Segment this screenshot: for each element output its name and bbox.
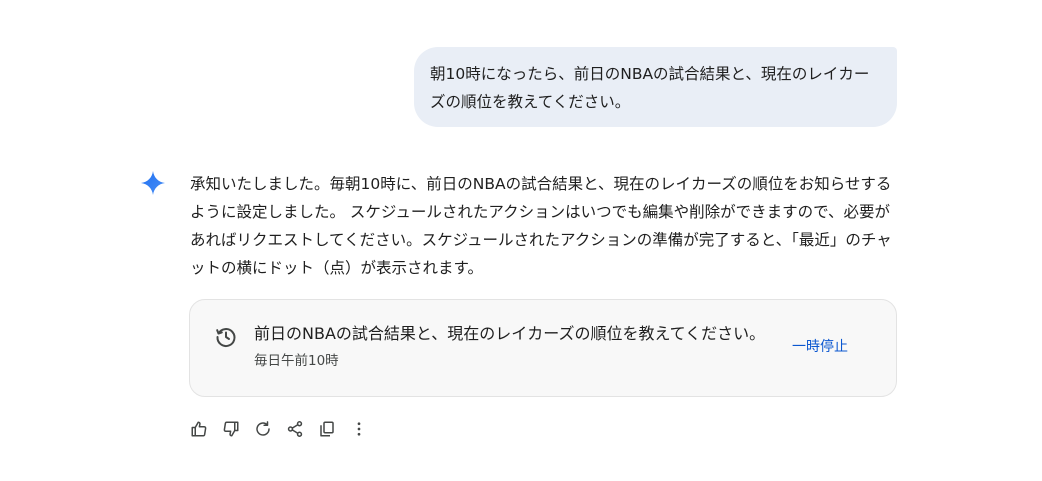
share-icon[interactable] (284, 418, 306, 440)
user-message-bubble: 朝10時になったら、前日のNBAの試合結果と、現在のレイカーズの順位を教えてくだ… (414, 47, 897, 127)
scheduled-action-schedule: 毎日午前10時 (254, 353, 339, 369)
user-message-text: 朝10時になったら、前日のNBAの試合結果と、現在のレイカーズの順位を教えてくだ… (430, 65, 870, 111)
thumbs-down-icon[interactable] (220, 418, 242, 440)
assistant-response: 承知いたしました。毎朝10時に、前日のNBAの試合結果と、現在のレイカーズの順位… (190, 170, 902, 282)
pause-button[interactable]: 一時停止 (792, 336, 848, 358)
copy-icon[interactable] (316, 418, 338, 440)
more-vert-icon[interactable] (348, 418, 370, 440)
regenerate-icon[interactable] (252, 418, 274, 440)
thumbs-up-icon[interactable] (188, 418, 210, 440)
scheduled-action-title: 前日のNBAの試合結果と、現在のレイカーズの順位を教えてください。 (254, 324, 766, 343)
history-icon (214, 325, 238, 349)
assistant-response-text: 承知いたしました。毎朝10時に、前日のNBAの試合結果と、現在のレイカーズの順位… (190, 175, 892, 277)
scheduled-action-card[interactable]: 前日のNBAの試合結果と、現在のレイカーズの順位を教えてください。 毎日午前10… (189, 299, 897, 397)
gemini-spark-icon (140, 170, 166, 196)
